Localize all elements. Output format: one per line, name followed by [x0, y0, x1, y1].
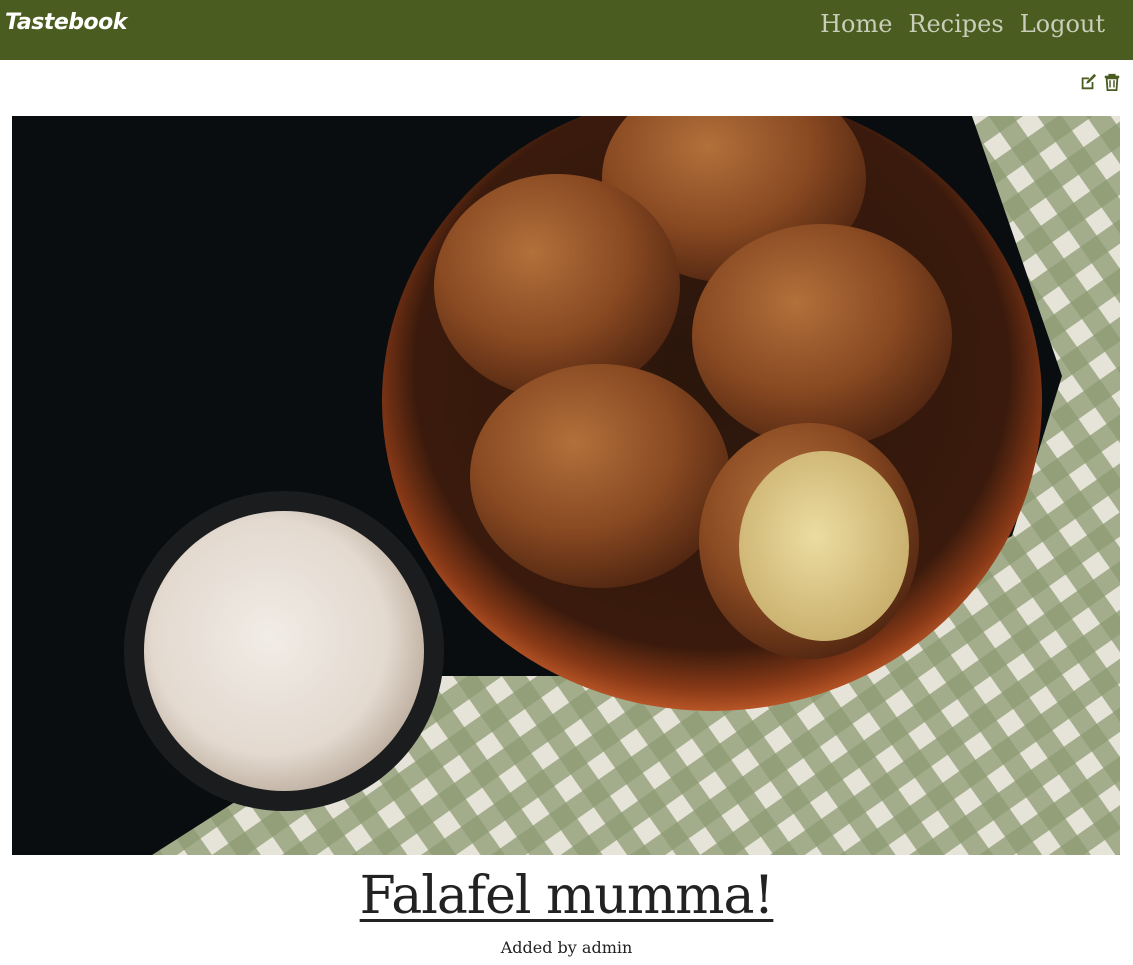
nav-link-recipes[interactable]: Recipes: [908, 10, 1003, 38]
trash-icon: [1104, 73, 1120, 91]
recipe-meta: Added by admin: [0, 938, 1133, 957]
edit-button[interactable]: [1079, 72, 1097, 92]
author-name: admin: [581, 938, 633, 957]
navbar: Tastebook Home Recipes Logout: [0, 0, 1133, 60]
recipe-image: [12, 116, 1120, 855]
falafel-photo: [12, 116, 1120, 855]
nav-links: Home Recipes Logout: [820, 10, 1105, 38]
recipe-actions: [1079, 72, 1121, 92]
nav-link-home[interactable]: Home: [820, 10, 892, 38]
brand-logo[interactable]: Tastebook: [5, 10, 127, 35]
nav-link-logout[interactable]: Logout: [1020, 10, 1105, 38]
edit-icon: [1081, 73, 1097, 90]
recipe-title[interactable]: Falafel mumma!: [0, 866, 1133, 926]
delete-button[interactable]: [1103, 72, 1121, 92]
added-by-label: Added by: [500, 938, 577, 957]
